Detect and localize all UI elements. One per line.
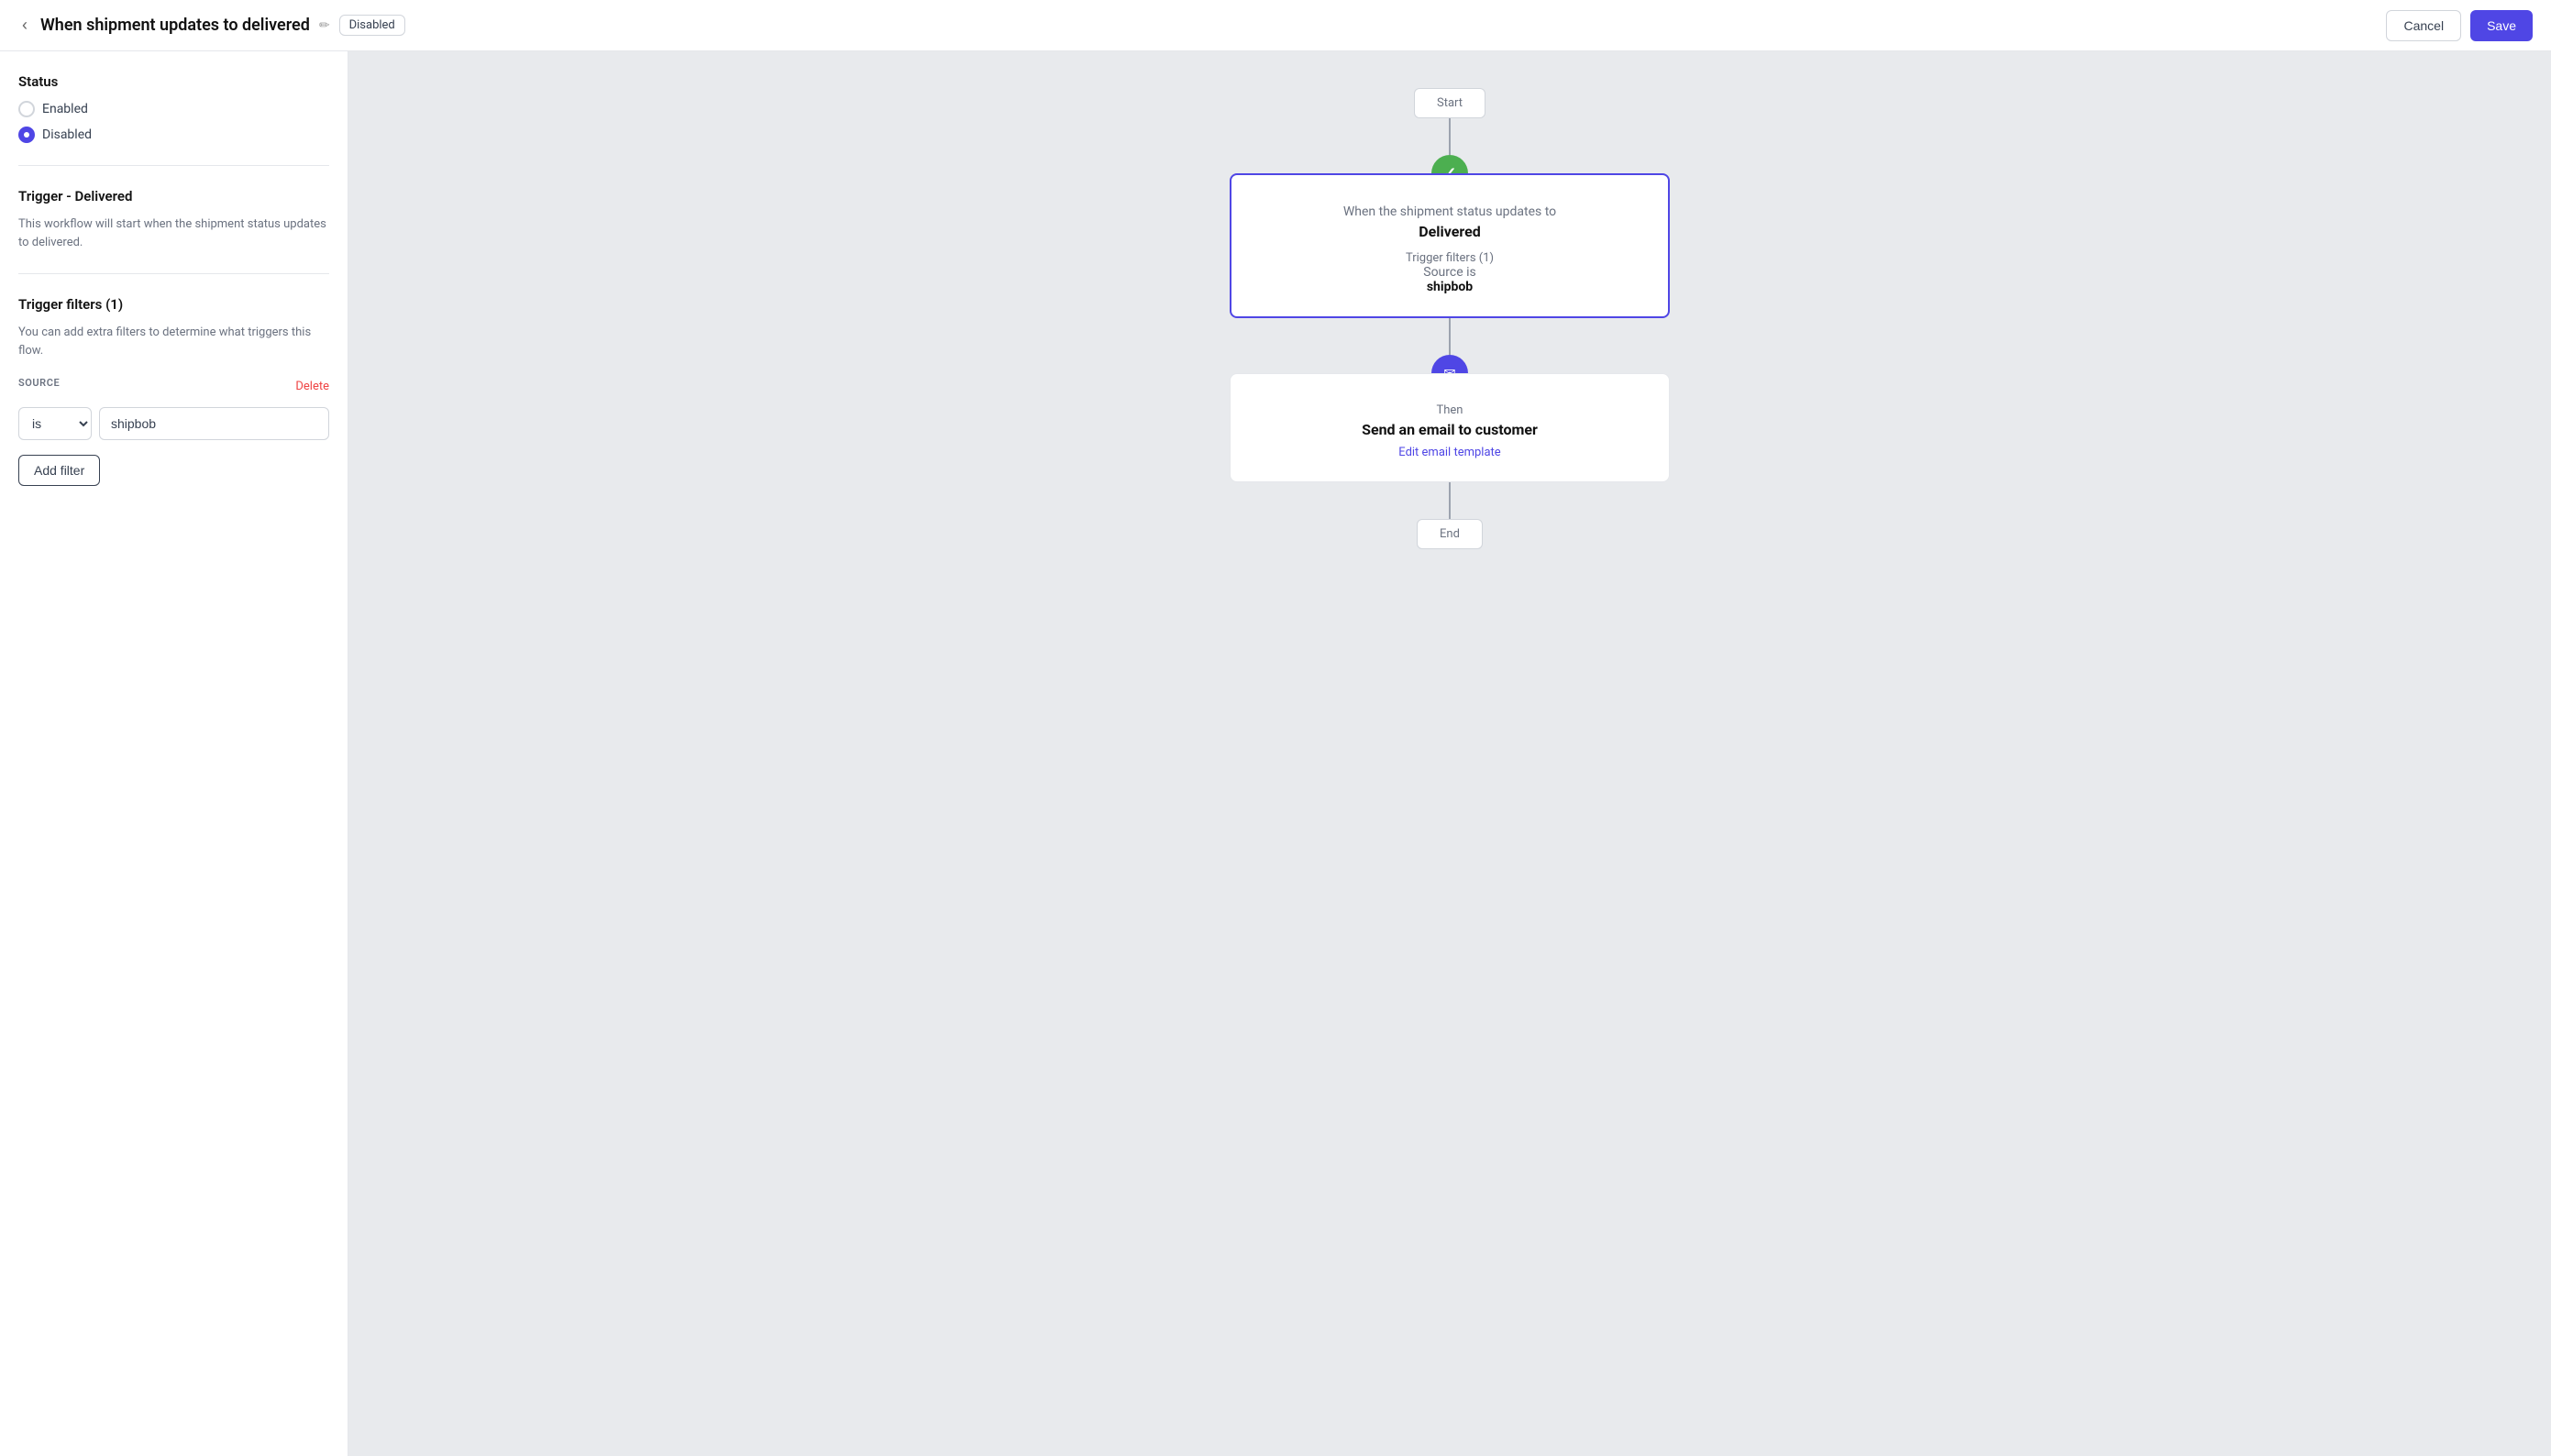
filter-section: Trigger filters (1) You can add extra fi… [18, 296, 329, 508]
filter-operator-select[interactable]: is [18, 407, 92, 440]
edit-icon[interactable]: ✏ [319, 18, 330, 33]
trigger-subtitle: When the shipment status updates to [1261, 204, 1639, 219]
cancel-button[interactable]: Cancel [2386, 10, 2461, 41]
disabled-radio[interactable] [18, 127, 35, 143]
edit-email-template-link[interactable]: Edit email template [1398, 446, 1500, 459]
filter-value-input[interactable] [99, 407, 329, 440]
trigger-description: This workflow will start when the shipme… [18, 215, 329, 251]
trigger-node-title: Delivered [1261, 223, 1639, 240]
trigger-source-label: Source is [1261, 265, 1639, 280]
trigger-node[interactable]: When the shipment status updates to Deli… [1230, 173, 1670, 318]
start-node: Start [1414, 88, 1485, 118]
page-title: When shipment updates to delivered [40, 16, 310, 35]
filter-title: Trigger filters (1) [18, 296, 329, 313]
status-section: Status Enabled Disabled [18, 73, 329, 166]
app-header: ‹ When shipment updates to delivered ✏ D… [0, 0, 2551, 51]
trigger-section: Trigger - Delivered This workflow will s… [18, 188, 329, 274]
end-node: End [1417, 519, 1483, 549]
enabled-option[interactable]: Enabled [18, 101, 329, 117]
status-badge: Disabled [339, 15, 405, 36]
connector-3 [1449, 482, 1451, 519]
disabled-option[interactable]: Disabled [18, 127, 329, 143]
back-button[interactable]: ‹ [18, 12, 31, 39]
header-right: Cancel Save [2386, 10, 2533, 41]
save-button[interactable]: Save [2470, 10, 2533, 41]
enabled-label: Enabled [42, 102, 88, 116]
trigger-node-wrapper: When the shipment status updates to Deli… [1230, 173, 1670, 318]
action-node-wrapper: Then Send an email to customer Edit emai… [1230, 373, 1670, 482]
connector-1 [1449, 118, 1451, 155]
status-radio-group: Enabled Disabled [18, 101, 329, 143]
flow-container: Start When the shipment status updates t… [1220, 88, 1679, 549]
action-node[interactable]: Then Send an email to customer Edit emai… [1230, 373, 1670, 482]
flow-canvas: Start When the shipment status updates t… [348, 51, 2551, 1456]
action-title: Send an email to customer [1260, 421, 1640, 438]
trigger-title: Trigger - Delivered [18, 188, 329, 204]
filter-row: SOURCE Delete [18, 377, 329, 396]
disabled-label: Disabled [42, 127, 92, 142]
filter-source-label: SOURCE [18, 377, 60, 389]
action-then-label: Then [1260, 403, 1640, 417]
filter-controls: is [18, 407, 329, 440]
trigger-source-value: shipbob [1261, 280, 1639, 294]
enabled-radio[interactable] [18, 101, 35, 117]
status-title: Status [18, 73, 329, 90]
filter-description: You can add extra filters to determine w… [18, 324, 329, 359]
filter-delete-button[interactable]: Delete [295, 380, 329, 393]
header-left: ‹ When shipment updates to delivered ✏ D… [18, 12, 405, 39]
main-layout: Status Enabled Disabled Trigger - Delive… [0, 51, 2551, 1456]
add-filter-button[interactable]: Add filter [18, 455, 100, 486]
connector-2 [1449, 318, 1451, 355]
sidebar: Status Enabled Disabled Trigger - Delive… [0, 51, 348, 1456]
trigger-filter-title: Trigger filters (1) [1261, 251, 1639, 265]
